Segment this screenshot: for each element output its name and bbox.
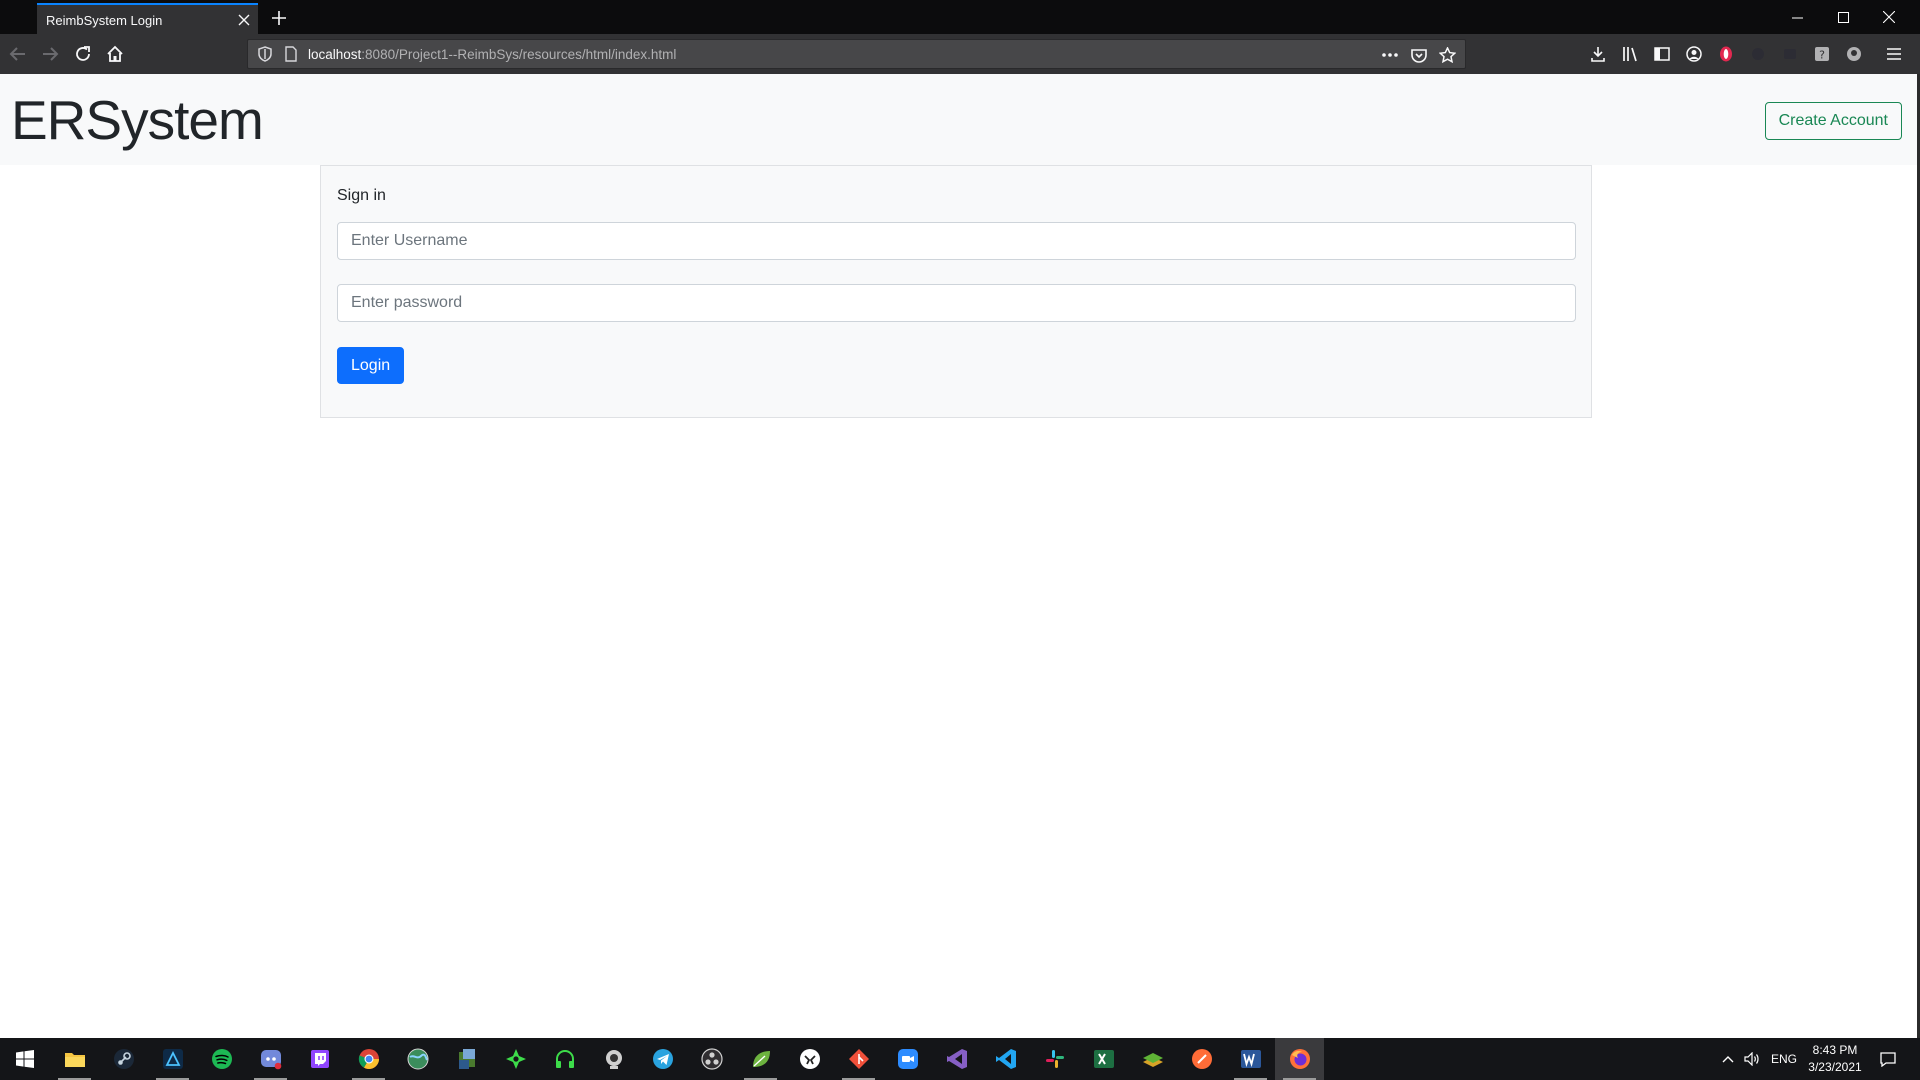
apex-icon[interactable] bbox=[491, 1038, 540, 1080]
login-button[interactable]: Login bbox=[337, 347, 405, 384]
help-icon[interactable]: ? bbox=[1808, 40, 1836, 68]
home-icon[interactable] bbox=[101, 40, 129, 68]
active-tab[interactable]: ReimbSystem Login bbox=[37, 3, 258, 34]
browser-toolbar: localhost:8080/Project1--ReimbSys/resour… bbox=[0, 34, 1920, 74]
excel-icon[interactable] bbox=[1079, 1038, 1128, 1080]
svg-text:?: ? bbox=[1819, 49, 1825, 62]
start-icon[interactable] bbox=[0, 1038, 49, 1080]
downloads-icon[interactable] bbox=[1584, 40, 1612, 68]
tab-strip: ReimbSystem Login bbox=[0, 0, 1920, 34]
chrome-icon[interactable] bbox=[344, 1038, 393, 1080]
url-host: localhost bbox=[308, 47, 362, 62]
maximize-icon[interactable] bbox=[1820, 0, 1866, 34]
signin-card: Sign in Login bbox=[320, 165, 1592, 418]
clock-time: 8:43 PM bbox=[1812, 1043, 1858, 1057]
brand-logo[interactable]: ERSystem bbox=[11, 88, 264, 152]
spotify-icon[interactable] bbox=[197, 1038, 246, 1080]
extension-dark-icon[interactable] bbox=[1744, 40, 1772, 68]
zoom-icon[interactable] bbox=[883, 1038, 932, 1080]
password-field[interactable] bbox=[337, 284, 1576, 322]
file-explorer-icon[interactable] bbox=[50, 1038, 99, 1080]
shield-icon[interactable] bbox=[256, 45, 274, 63]
sidebar-icon[interactable] bbox=[1648, 40, 1676, 68]
clock[interactable]: 8:43 PM 3/23/2021 bbox=[1800, 1042, 1870, 1076]
git-icon[interactable] bbox=[834, 1038, 883, 1080]
twitch-icon[interactable] bbox=[295, 1038, 344, 1080]
reload-icon[interactable] bbox=[69, 40, 97, 68]
forward-icon[interactable] bbox=[36, 40, 64, 68]
github-icon[interactable] bbox=[1840, 40, 1868, 68]
discord-icon[interactable] bbox=[246, 1038, 295, 1080]
globe-icon[interactable] bbox=[393, 1038, 442, 1080]
webcam-icon[interactable] bbox=[589, 1038, 638, 1080]
word-icon[interactable] bbox=[1226, 1038, 1275, 1080]
username-field[interactable] bbox=[337, 222, 1576, 260]
firefox-icon[interactable] bbox=[1275, 1038, 1324, 1080]
account-icon[interactable] bbox=[1680, 40, 1708, 68]
tab-title: ReimbSystem Login bbox=[46, 13, 163, 28]
steam-icon[interactable] bbox=[99, 1038, 148, 1080]
extension-icon[interactable] bbox=[1712, 40, 1740, 68]
bookmark-star-icon[interactable] bbox=[1435, 43, 1459, 67]
clock-date: 3/23/2021 bbox=[1808, 1060, 1862, 1074]
visual-studio-icon[interactable] bbox=[932, 1038, 981, 1080]
page-icon[interactable] bbox=[282, 45, 300, 63]
signin-title: Sign in bbox=[337, 187, 386, 204]
slack-icon[interactable] bbox=[1030, 1038, 1079, 1080]
obs-icon[interactable] bbox=[687, 1038, 736, 1080]
extension-dark-2-icon[interactable] bbox=[1776, 40, 1804, 68]
vscode-icon[interactable] bbox=[981, 1038, 1030, 1080]
more-icon[interactable] bbox=[1378, 43, 1402, 67]
tray-chevron-icon[interactable] bbox=[1718, 1050, 1738, 1068]
menu-icon[interactable] bbox=[1880, 40, 1908, 68]
create-account-button[interactable]: Create Account bbox=[1764, 102, 1902, 140]
page-content: ERSystem Create Account Sign in Login bbox=[0, 74, 1920, 1038]
back-icon[interactable] bbox=[4, 40, 32, 68]
pocket-icon[interactable] bbox=[1407, 43, 1431, 67]
url-path: :8080/Project1--ReimbSys/resources/html/… bbox=[361, 47, 677, 62]
navbar: ERSystem Create Account bbox=[0, 74, 1920, 165]
game-icon[interactable] bbox=[785, 1038, 834, 1080]
telegram-icon[interactable] bbox=[638, 1038, 687, 1080]
url-text[interactable]: localhost:8080/Project1--ReimbSys/resour… bbox=[308, 47, 676, 62]
affinity-icon[interactable] bbox=[148, 1038, 197, 1080]
close-window-icon[interactable] bbox=[1866, 0, 1912, 34]
archive-icon[interactable] bbox=[442, 1038, 491, 1080]
url-bar[interactable]: localhost:8080/Project1--ReimbSys/resour… bbox=[247, 39, 1466, 69]
language-indicator[interactable]: ENG bbox=[1771, 1052, 1797, 1066]
postman-icon[interactable] bbox=[1177, 1038, 1226, 1080]
leaf-icon[interactable] bbox=[736, 1038, 785, 1080]
library-icon[interactable] bbox=[1616, 40, 1644, 68]
headphones-icon[interactable] bbox=[540, 1038, 589, 1080]
layers-icon[interactable] bbox=[1128, 1038, 1177, 1080]
new-tab-icon[interactable] bbox=[266, 5, 292, 31]
minimize-icon[interactable] bbox=[1774, 0, 1820, 34]
notifications-icon[interactable] bbox=[1876, 1050, 1900, 1068]
close-tab-icon[interactable] bbox=[234, 10, 254, 30]
volume-icon[interactable] bbox=[1742, 1050, 1762, 1068]
